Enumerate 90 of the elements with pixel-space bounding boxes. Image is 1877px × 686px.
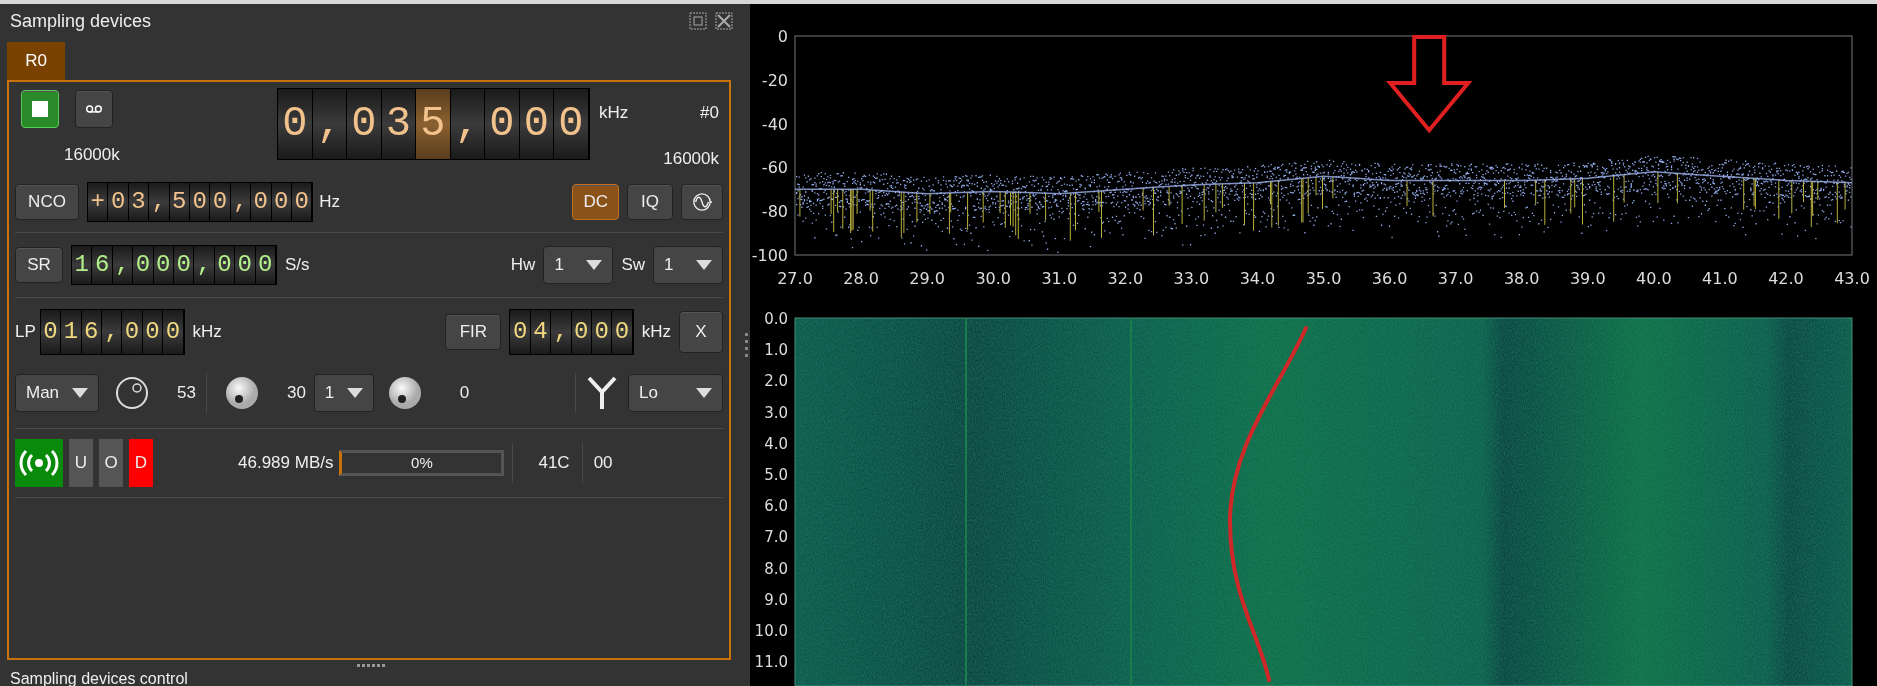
gain-reading: 30 <box>286 382 306 405</box>
caret-icon <box>72 388 88 398</box>
toggle-button[interactable]: DC <box>572 184 619 220</box>
progress-bar: 0% <box>339 450 505 476</box>
axis-tick-label: 34.0 <box>1239 269 1276 288</box>
axis-tick-label: 36.0 <box>1371 269 1408 288</box>
axis-tick-label: 27.0 <box>777 269 813 288</box>
axis-tick-label: 37.0 <box>1437 269 1474 288</box>
unit-label: Hz <box>319 191 341 214</box>
axis-tick-label: 5.0 <box>764 466 788 484</box>
stop-icon <box>32 101 48 117</box>
caret-icon <box>586 260 603 270</box>
axis-tick-label: 43.0 <box>1834 269 1870 288</box>
axis-tick-label: 0 <box>777 27 788 46</box>
float-icon[interactable] <box>689 12 707 30</box>
lowpass-label: LP <box>15 321 36 344</box>
gain-reading: 0 <box>459 382 470 405</box>
sample-rate-label: 16000k <box>64 144 121 166</box>
axis-tick-label: 8.0 <box>764 559 788 578</box>
axis-tick-label: -40 <box>761 114 788 134</box>
axis-tick-label: 1.0 <box>764 341 788 360</box>
close-icon[interactable] <box>715 12 733 30</box>
axis-tick-label: 2.0 <box>764 372 788 391</box>
gain-reading: 53 <box>177 382 196 405</box>
axis-tick-label: 32.0 <box>1107 269 1144 288</box>
device-tab[interactable]: R0 <box>7 42 65 80</box>
status-indicator: O <box>99 439 123 487</box>
axis-tick-label: -20 <box>761 70 788 90</box>
axis-tick-label: 11.0 <box>754 653 788 672</box>
axis-tick-label: 28.0 <box>843 269 879 288</box>
tape-icon <box>86 103 102 115</box>
axis-tick-label: 35.0 <box>1305 269 1342 288</box>
stop-button[interactable] <box>21 90 59 128</box>
antenna-icon <box>586 376 618 410</box>
toggle-button[interactable]: IQ <box>627 184 673 220</box>
axis-tick-label: 38.0 <box>1503 269 1540 288</box>
axis-tick-label: -60 <box>761 158 788 178</box>
unit-label: S/s <box>284 254 310 277</box>
axis-tick-label: 30.0 <box>975 269 1011 288</box>
caret-icon <box>696 260 712 270</box>
axis-tick-label: 41.0 <box>1702 269 1738 288</box>
state-reading: 00 <box>593 452 613 475</box>
gain-mode-dropdown[interactable]: Man <box>15 374 99 412</box>
unit-label: kHz <box>641 321 671 344</box>
antenna-dropdown[interactable]: Lo <box>628 374 723 412</box>
hw-dropdown[interactable]: 1 <box>543 246 614 284</box>
waveform-button[interactable] <box>681 184 723 220</box>
axis-tick-label: 29.0 <box>909 269 945 288</box>
axis-tick-label: 4.0 <box>764 434 788 453</box>
temperature-reading: 41C <box>538 452 570 475</box>
fir-button[interactable]: FIR <box>445 314 502 350</box>
axis-tick-label: -100 <box>751 246 788 265</box>
nco-button[interactable]: NCO <box>15 184 79 220</box>
gain-select-dropdown[interactable]: 1 <box>313 374 374 412</box>
knob-icon[interactable] <box>387 376 422 410</box>
axis-tick-label: 31.0 <box>1041 269 1078 288</box>
axis-tick-label: 10.0 <box>754 622 788 640</box>
axis-tick-label: 3.0 <box>764 403 788 422</box>
axis-tick-label: 42.0 <box>1768 269 1804 288</box>
status-indicator: U <box>69 439 93 487</box>
axis-tick-label: 40.0 <box>1636 269 1672 288</box>
unit-label: kHz <box>192 321 222 344</box>
status-indicator: D <box>129 439 153 487</box>
broadcast-icon[interactable] <box>15 439 63 487</box>
sw-label: Sw <box>621 254 645 277</box>
unit-label: kHz <box>599 102 629 124</box>
data-rate: 46.989 MB/s <box>238 452 334 475</box>
clear-button[interactable]: X <box>679 311 723 353</box>
device-index: #0 <box>700 102 719 124</box>
dial-icon[interactable] <box>115 376 149 410</box>
splitter-handle-icon[interactable] <box>745 333 748 357</box>
sr-button[interactable]: SR <box>15 247 63 283</box>
axis-tick-label: 9.0 <box>764 590 788 609</box>
knob-icon[interactable] <box>224 376 259 410</box>
sample-rate-label: 16000k <box>662 147 719 170</box>
axis-tick-label: 6.0 <box>764 497 788 516</box>
hw-label: Hw <box>510 254 536 277</box>
caret-icon <box>346 388 363 398</box>
panel-title: Sampling devices <box>10 9 152 33</box>
axis-tick-label: -80 <box>761 202 788 222</box>
splitter-handle-icon[interactable] <box>356 664 387 668</box>
sw-dropdown[interactable]: 1 <box>653 246 723 284</box>
axis-tick-label: 0.0 <box>764 310 788 328</box>
axis-tick-label: 39.0 <box>1569 269 1606 288</box>
caret-icon <box>696 388 712 398</box>
axis-tick-label: 7.0 <box>764 528 788 547</box>
record-button[interactable] <box>75 90 113 128</box>
frequency-display[interactable]: 0 , 0 3 5 , 0 0 0 <box>277 88 590 160</box>
axis-tick-label: 33.0 <box>1173 269 1210 288</box>
sine-wave-icon <box>692 191 712 213</box>
